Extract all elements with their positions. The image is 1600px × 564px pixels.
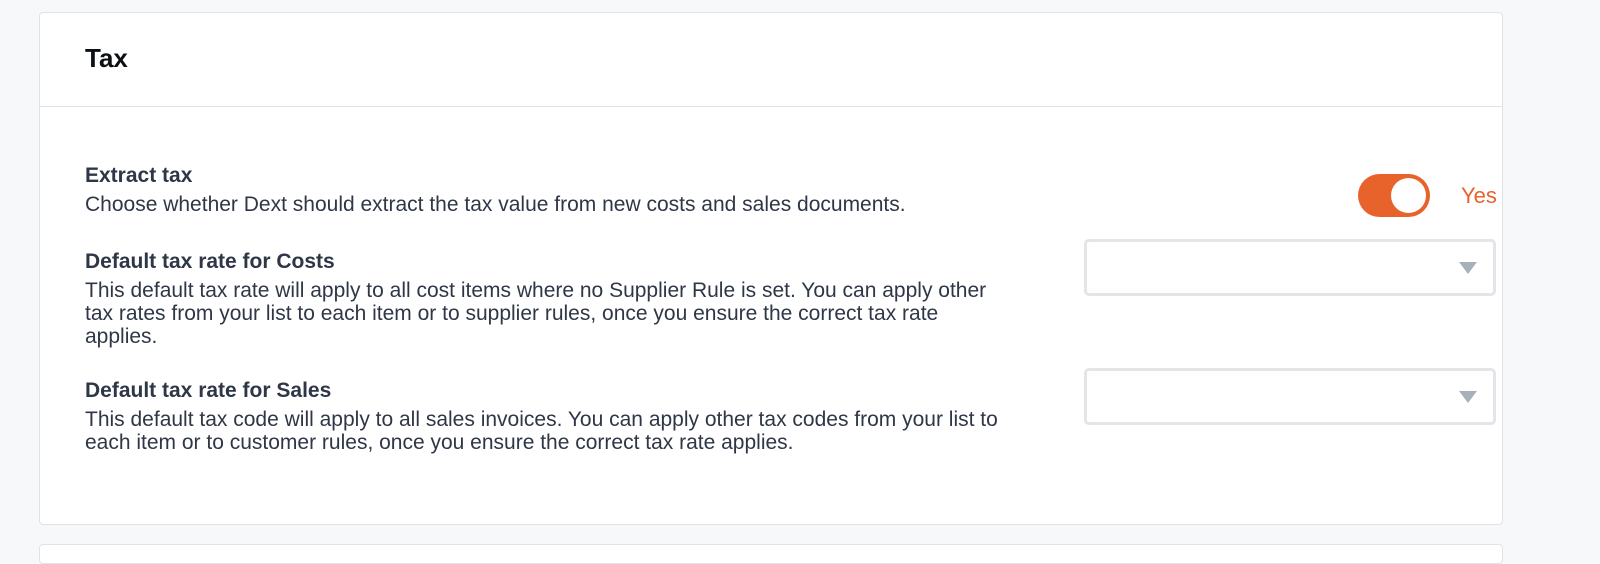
card-title: Tax <box>85 43 128 73</box>
default-tax-costs-select[interactable] <box>1084 239 1496 296</box>
extract-tax-toggle[interactable] <box>1358 174 1430 217</box>
extract-tax-label: Extract tax <box>85 164 193 187</box>
extract-tax-description: Choose whether Dext should extract the t… <box>85 193 906 216</box>
toggle-knob <box>1391 178 1426 213</box>
default-tax-sales-description: This default tax code will apply to all … <box>85 408 998 454</box>
next-card <box>39 544 1503 564</box>
setting-text: Default tax rate for Sales This default … <box>85 378 1015 454</box>
chevron-down-icon <box>1459 262 1477 274</box>
default-tax-costs-description: This default tax rate will apply to all … <box>85 279 987 348</box>
extract-tax-toggle-group: Yes <box>1358 174 1497 217</box>
setting-text: Extract tax Choose whether Dext should e… <box>85 163 1015 216</box>
setting-text: Default tax rate for Costs This default … <box>85 249 1015 348</box>
tax-settings-card: Tax Extract tax Choose whether Dext shou… <box>39 12 1503 525</box>
default-tax-sales-select[interactable] <box>1084 368 1496 425</box>
card-header: Tax <box>40 13 1502 107</box>
chevron-down-icon <box>1459 391 1477 403</box>
extract-tax-toggle-text: Yes <box>1461 182 1497 208</box>
default-tax-sales-label: Default tax rate for Sales <box>85 379 332 402</box>
default-tax-costs-label: Default tax rate for Costs <box>85 250 335 273</box>
